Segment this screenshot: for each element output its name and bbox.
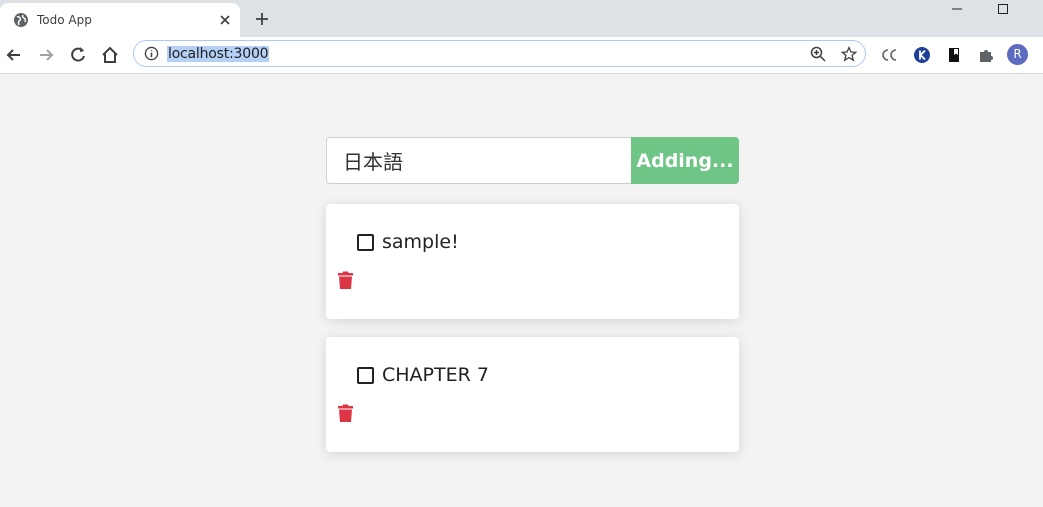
todo-checkbox[interactable] xyxy=(357,234,374,251)
cc-extension-icon[interactable] xyxy=(880,46,898,64)
info-icon[interactable] xyxy=(144,46,159,61)
reload-icon[interactable] xyxy=(68,45,88,65)
profile-avatar[interactable]: R xyxy=(1007,44,1028,65)
bookmark-extension-icon[interactable] xyxy=(945,46,963,64)
todo-card: CHAPTER 7 xyxy=(326,337,739,452)
trash-icon[interactable] xyxy=(337,403,354,423)
url-text[interactable]: localhost:3000 xyxy=(167,46,270,62)
todo-card: sample! xyxy=(326,204,739,319)
k-extension-icon[interactable] xyxy=(913,46,931,64)
minimize-icon[interactable] xyxy=(950,2,964,16)
todo-label: CHAPTER 7 xyxy=(382,364,489,386)
home-icon[interactable] xyxy=(100,45,120,65)
star-icon[interactable] xyxy=(841,46,857,62)
forward-arrow-icon[interactable] xyxy=(36,45,56,65)
browser-toolbar: localhost:3000 R xyxy=(0,37,1043,74)
close-icon[interactable] xyxy=(218,13,232,27)
todo-checkbox[interactable] xyxy=(357,367,374,384)
browser-tab[interactable]: Todo App xyxy=(0,3,240,37)
address-bar[interactable]: localhost:3000 xyxy=(133,40,866,67)
maximize-icon[interactable] xyxy=(996,2,1010,16)
tab-strip: Todo App xyxy=(0,0,1043,37)
globe-icon xyxy=(14,13,28,27)
add-button[interactable]: Adding... xyxy=(631,137,739,184)
add-todo-form: Adding... xyxy=(326,137,739,184)
zoom-icon[interactable] xyxy=(810,46,826,62)
puzzle-icon[interactable] xyxy=(977,46,995,64)
back-arrow-icon[interactable] xyxy=(4,45,24,65)
tab-title: Todo App xyxy=(37,13,92,27)
trash-icon[interactable] xyxy=(337,270,354,290)
plus-icon[interactable] xyxy=(254,11,270,27)
todo-input[interactable] xyxy=(326,137,632,184)
todo-label: sample! xyxy=(382,231,459,253)
